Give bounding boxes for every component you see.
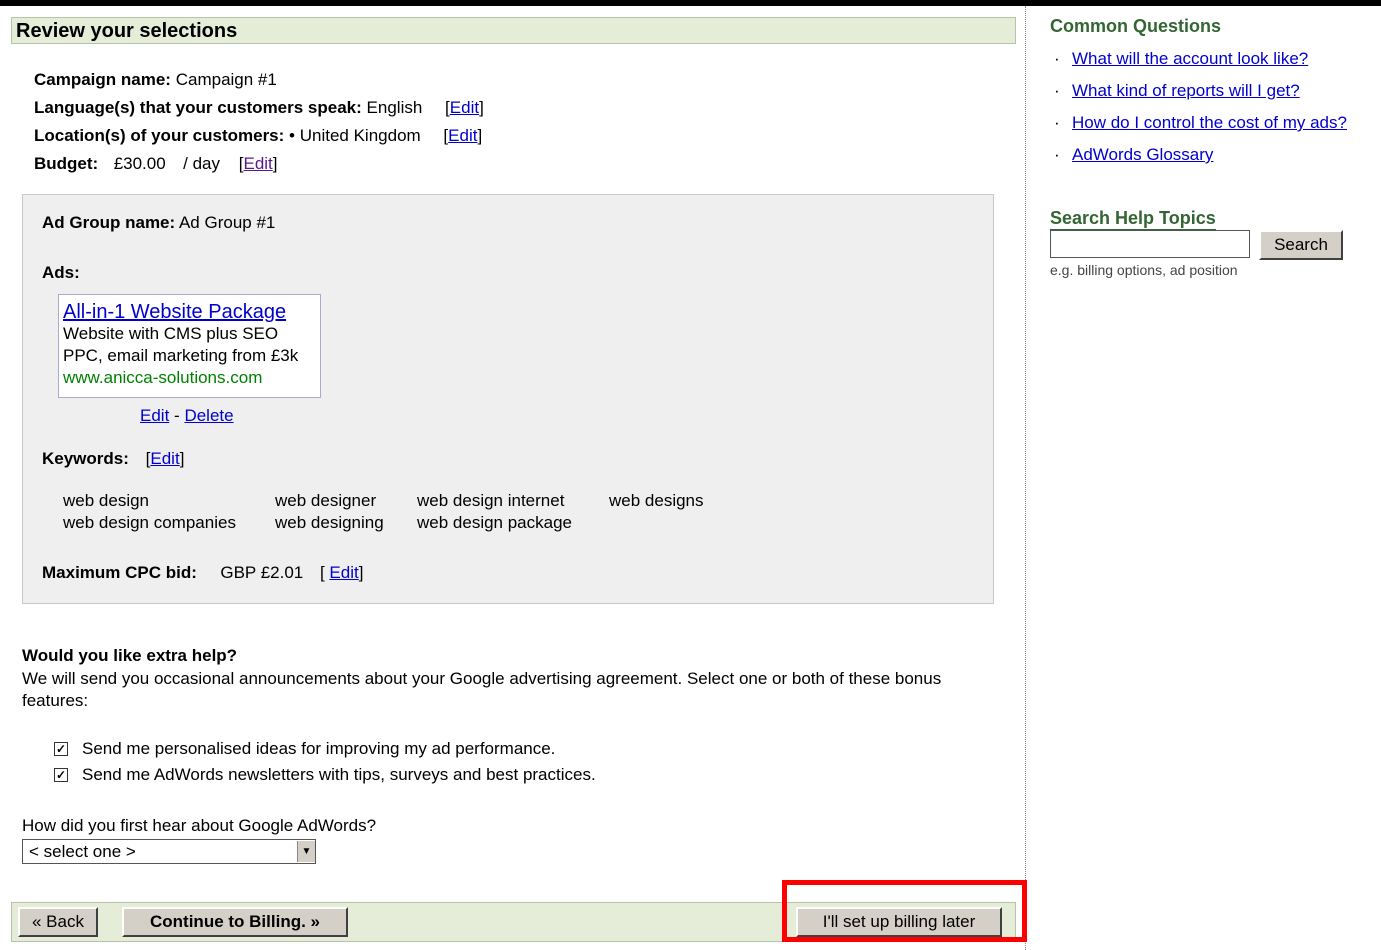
cpc-value: GBP £2.01	[220, 563, 304, 582]
footer-bar: « Back Continue to Billing. » I'll set u…	[11, 902, 1016, 942]
search-help-title: Search Help Topics	[1050, 208, 1216, 230]
edit-budget-link[interactable]: Edit	[243, 154, 272, 173]
keyword-item: web design	[63, 491, 150, 510]
ad-preview: All-in-1 Website Package Website with CM…	[58, 294, 321, 398]
setup-billing-later-button[interactable]: I'll set up billing later	[796, 907, 1002, 937]
ad-group-name-row: Ad Group name: Ad Group #1	[42, 212, 275, 234]
ad-display-url: www.anicca-solutions.com	[63, 368, 263, 387]
budget-value: £30.00	[113, 154, 166, 173]
continue-to-billing-button[interactable]: Continue to Billing. »	[122, 907, 348, 937]
delete-ad-link[interactable]: Delete	[184, 406, 233, 425]
keywords-label: Keywords:	[42, 449, 129, 468]
location-row: Location(s) of your customers: • United …	[34, 126, 483, 145]
question-link-glossary[interactable]: AdWords Glossary	[1072, 145, 1213, 164]
search-button[interactable]: Search	[1259, 230, 1343, 260]
keyword-item: web design package	[417, 513, 573, 532]
personalised-ideas-checkbox[interactable]: ✓	[54, 742, 68, 756]
campaign-value: Campaign #1	[175, 70, 277, 89]
campaign-label: Campaign name:	[34, 70, 171, 89]
list-item: · What will the account look like?	[1054, 49, 1309, 68]
ad-group-name-value: Ad Group #1	[178, 213, 276, 232]
location-value: • United Kingdom	[289, 126, 421, 145]
ads-label: Ads:	[42, 263, 80, 282]
edit-keywords-link[interactable]: Edit	[150, 449, 179, 468]
keywords-row: Keywords: [Edit]	[42, 449, 185, 468]
common-questions-title: Common Questions	[1050, 16, 1222, 36]
ad-actions: Edit - Delete	[140, 405, 234, 427]
ad-actions-separator: -	[174, 406, 180, 425]
hear-about-selected: < select one >	[29, 841, 136, 861]
budget-unit: / day	[183, 154, 221, 173]
page-title: Review your selections	[11, 17, 1016, 44]
language-row: Language(s) that your customers speak: E…	[34, 98, 484, 117]
list-item: · AdWords Glossary	[1054, 145, 1214, 164]
ad-group-panel: Ad Group name: Ad Group #1 Ads: All-in-1…	[22, 194, 994, 604]
search-help-input[interactable]	[1050, 230, 1250, 258]
ad-group-name-label: Ad Group name:	[42, 213, 176, 232]
campaign-row: Campaign name: Campaign #1	[34, 69, 277, 91]
page: Review your selections Campaign name: Ca…	[0, 6, 1381, 950]
back-button[interactable]: « Back	[18, 907, 98, 937]
language-value: English	[366, 98, 423, 117]
list-item: · What kind of reports will I get?	[1054, 81, 1300, 100]
list-item: · How do I control the cost of my ads?	[1054, 113, 1347, 132]
language-label: Language(s) that your customers speak:	[34, 98, 362, 117]
keyword-item: web designing	[275, 513, 384, 532]
edit-ad-link[interactable]: Edit	[140, 406, 169, 425]
keyword-item: web design companies	[63, 513, 236, 532]
option-newsletters: ✓ Send me AdWords newsletters with tips,…	[54, 765, 596, 785]
column-divider	[1025, 6, 1026, 950]
extra-help-text: We will send you occasional announcement…	[22, 669, 942, 710]
cpc-row: Maximum CPC bid: GBP £2.01 [ Edit]	[42, 563, 364, 582]
option-personalised-ideas: ✓ Send me personalised ideas for improvi…	[54, 739, 555, 759]
keyword-item: web designs	[609, 491, 704, 510]
edit-cpc-link[interactable]: Edit	[329, 563, 358, 582]
main-content: Review your selections Campaign name: Ca…	[0, 6, 1024, 950]
keyword-item: web designer	[275, 491, 377, 510]
question-link-account[interactable]: What will the account look like?	[1072, 49, 1308, 68]
newsletters-checkbox[interactable]: ✓	[54, 768, 68, 782]
extra-help-title: Would you like extra help?	[22, 646, 238, 665]
chevron-down-icon[interactable]: ▼	[297, 841, 315, 862]
hear-about-select[interactable]: < select one > ▼	[22, 839, 316, 864]
common-questions-list: · What will the account look like? · What …	[1054, 48, 1347, 176]
edit-language-link[interactable]: Edit	[450, 98, 479, 117]
sidebar: Common Questions · What will the account …	[1048, 6, 1381, 950]
location-label: Location(s) of your customers:	[34, 126, 285, 145]
edit-location-link[interactable]: Edit	[448, 126, 477, 145]
ad-line-2: PPC, email marketing from £3k	[63, 346, 299, 365]
budget-label: Budget:	[34, 154, 99, 173]
personalised-ideas-label: Send me personalised ideas for improving…	[82, 739, 556, 758]
newsletters-label: Send me AdWords newsletters with tips, s…	[82, 765, 596, 784]
question-link-reports[interactable]: What kind of reports will I get?	[1072, 81, 1300, 100]
ad-title-link[interactable]: All-in-1 Website Package	[63, 301, 316, 323]
budget-row: Budget: £30.00 / day [Edit]	[34, 154, 278, 173]
ad-line-1: Website with CMS plus SEO	[63, 324, 279, 343]
cpc-label: Maximum CPC bid:	[42, 563, 197, 582]
search-hint: e.g. billing options, ad position	[1050, 262, 1238, 278]
question-link-cost[interactable]: How do I control the cost of my ads?	[1072, 113, 1347, 132]
keyword-item: web design internet	[417, 491, 565, 510]
hear-about-label: How did you first hear about Google AdWo…	[22, 816, 377, 835]
